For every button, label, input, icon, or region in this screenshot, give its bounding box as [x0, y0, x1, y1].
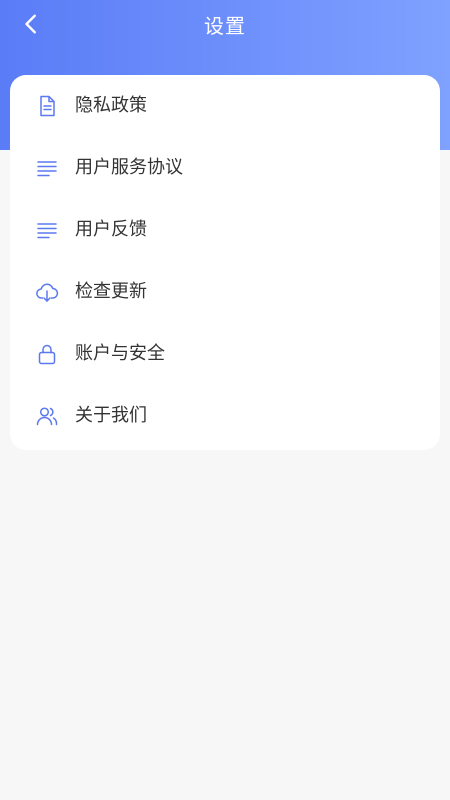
users-icon	[35, 404, 59, 428]
menu-item-label: 用户反馈	[75, 219, 147, 240]
menu-item-about-us[interactable]: 关于我们	[10, 385, 440, 447]
menu-item-check-update[interactable]: 检查更新	[10, 261, 440, 323]
top-bar: 设置	[0, 0, 450, 52]
menu-item-user-agreement[interactable]: 用户服务协议	[10, 137, 440, 199]
page-title: 设置	[204, 14, 246, 38]
text-lines-icon	[35, 156, 59, 180]
menu-item-label: 检查更新	[75, 281, 147, 302]
menu-item-account-security[interactable]: 账户与安全	[10, 323, 440, 385]
menu-item-label: 账户与安全	[75, 343, 165, 364]
menu-item-user-feedback[interactable]: 用户反馈	[10, 199, 440, 261]
cloud-download-icon	[35, 280, 59, 304]
menu-item-privacy-policy[interactable]: 隐私政策	[10, 75, 440, 137]
menu-item-label: 关于我们	[75, 405, 147, 426]
menu-item-label: 隐私政策	[75, 95, 147, 116]
menu-item-label: 用户服务协议	[75, 157, 183, 178]
lock-icon	[35, 342, 59, 366]
document-icon	[35, 94, 59, 118]
settings-card: 隐私政策 用户服务协议 用户反馈 检查更新 账户与安全 关于我们	[10, 75, 440, 450]
text-lines-icon	[35, 218, 59, 242]
